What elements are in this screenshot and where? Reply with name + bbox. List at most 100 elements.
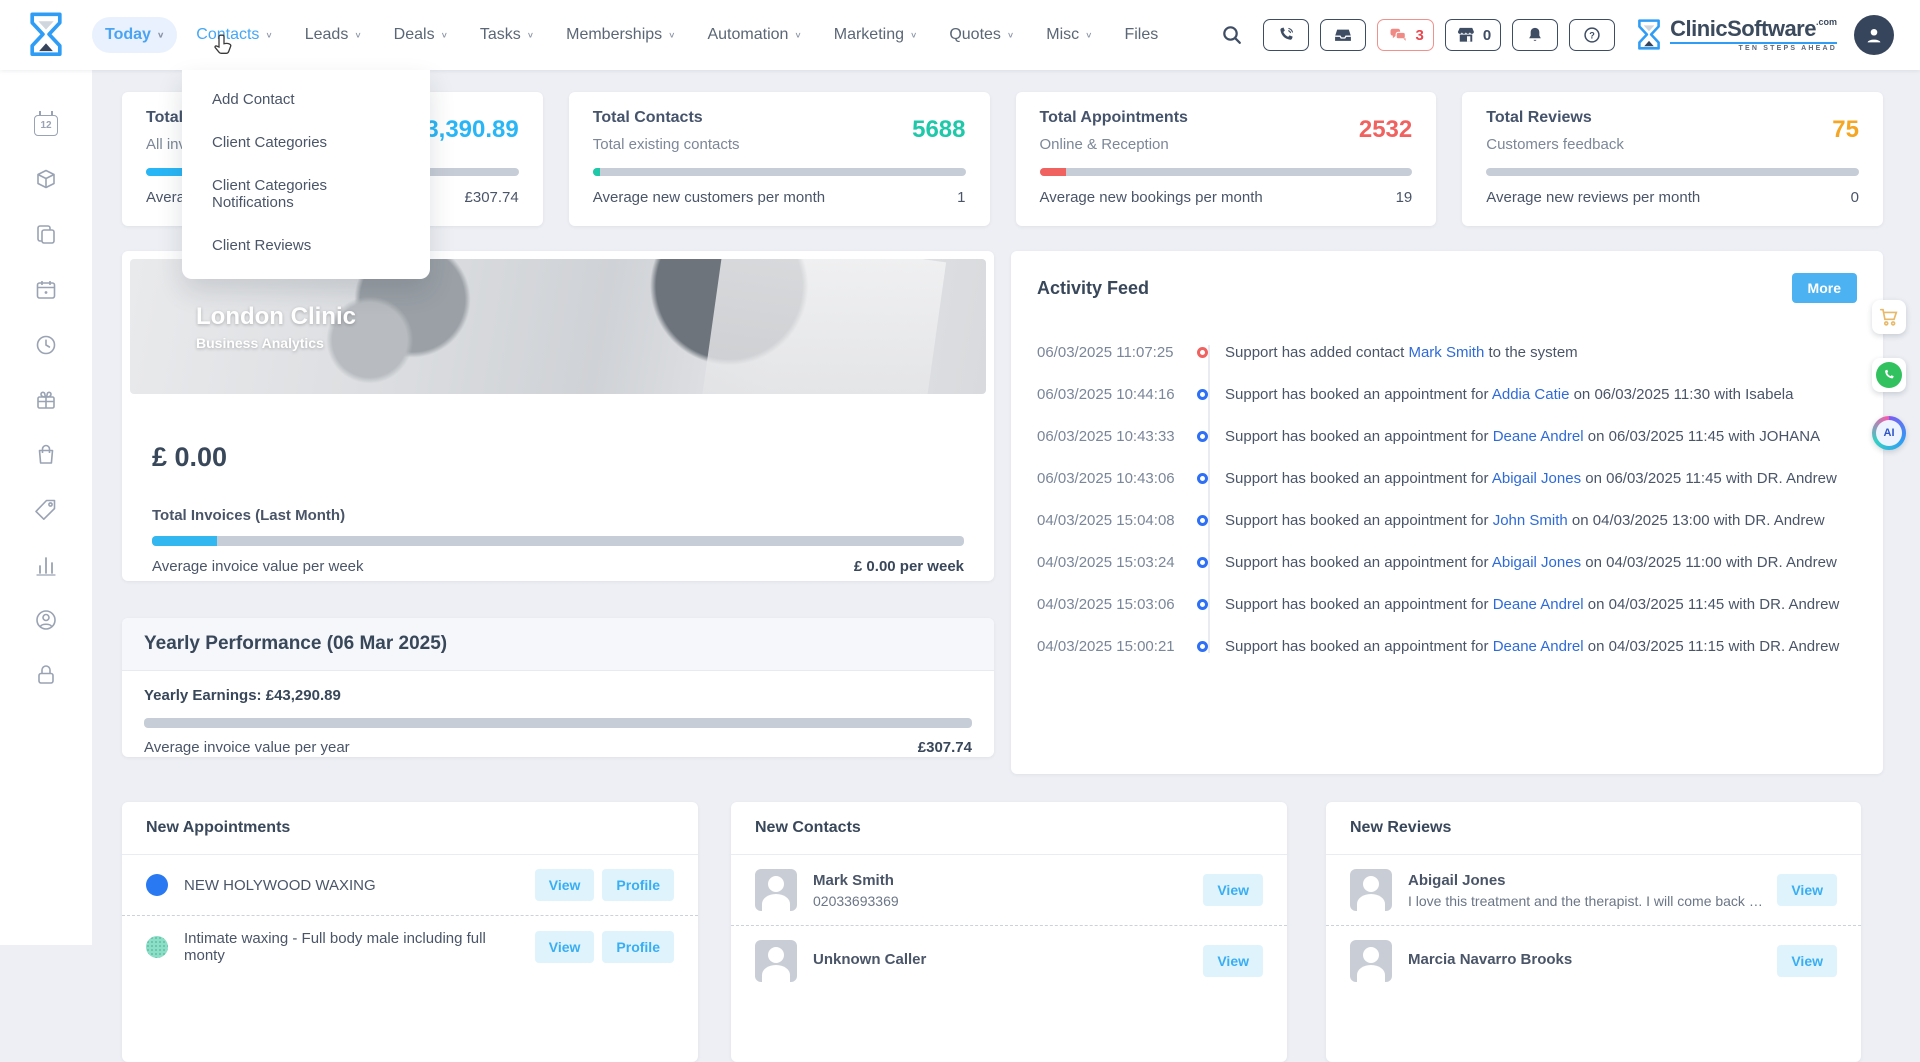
- nav-item-leads[interactable]: Leads∨: [292, 17, 375, 53]
- invoices-footer-label: Average invoice value per week: [152, 558, 364, 575]
- nav-item-misc[interactable]: Misc∨: [1033, 17, 1105, 53]
- hourglass-icon: [27, 12, 65, 58]
- stat-title: Total Appointments: [1040, 109, 1413, 127]
- chevron-down-icon: ∨: [441, 31, 448, 40]
- gift-icon[interactable]: [33, 387, 59, 413]
- section-title: New Appointments: [122, 802, 698, 855]
- activity-text: Support has booked an appointment for: [1225, 470, 1492, 487]
- nav-item-today[interactable]: Today∨: [92, 17, 177, 53]
- activity-entry: 06/03/2025 11:07:25 Support has added co…: [1037, 331, 1857, 373]
- view-button[interactable]: View: [1203, 945, 1263, 977]
- contact-link[interactable]: Deane Andrel: [1493, 596, 1584, 613]
- activity-text: on 04/03/2025 11:15 with DR. Andrew: [1584, 638, 1840, 655]
- menu-item-add-contact[interactable]: Add Contact: [182, 78, 430, 121]
- schedule-icon[interactable]: [33, 277, 59, 303]
- store-count-badge: 0: [1483, 27, 1491, 44]
- stat-value: 2532: [1359, 116, 1412, 144]
- messenger-widget-button[interactable]: [1872, 358, 1906, 392]
- store-button[interactable]: 0: [1445, 19, 1501, 51]
- left-sidebar: 12: [0, 70, 92, 945]
- nav-label: Today: [105, 26, 151, 44]
- menu-item-client-categories-notifications[interactable]: Client Categories Notifications: [182, 164, 430, 224]
- activity-list: 06/03/2025 11:07:25 Support has added co…: [1037, 331, 1857, 667]
- chart-icon[interactable]: [33, 552, 59, 578]
- history-icon[interactable]: [33, 332, 59, 358]
- notifications-button[interactable]: [1512, 19, 1558, 51]
- contact-link[interactable]: Abigail Jones: [1492, 554, 1581, 571]
- help-icon: ?: [1582, 25, 1602, 45]
- stat-subtitle: Total existing contacts: [593, 136, 966, 153]
- search-icon[interactable]: [1220, 23, 1244, 47]
- profile-button[interactable]: Profile: [602, 931, 674, 963]
- nav-item-deals[interactable]: Deals∨: [381, 17, 461, 53]
- brand-logo[interactable]: ClinicSoftware.com TEN STEPS AHEAD: [1636, 18, 1837, 52]
- service-color-dot: [146, 874, 168, 896]
- menu-item-client-reviews[interactable]: Client Reviews: [182, 224, 430, 267]
- nav-item-quotes[interactable]: Quotes∨: [936, 17, 1027, 53]
- chevron-down-icon: ∨: [668, 31, 675, 40]
- contact-link[interactable]: Addia Catie: [1492, 386, 1570, 403]
- shopping-bag-icon[interactable]: [33, 442, 59, 468]
- chat-count-badge: 3: [1415, 27, 1423, 44]
- nav-item-marketing[interactable]: Marketing∨: [821, 17, 931, 53]
- reviewer-name: Marcia Navarro Brooks: [1408, 951, 1769, 968]
- ai-icon: AI: [1876, 420, 1902, 446]
- nav-item-files[interactable]: Files: [1111, 17, 1171, 53]
- menu-item-client-categories[interactable]: Client Categories: [182, 121, 430, 164]
- contact-link[interactable]: Abigail Jones: [1492, 470, 1581, 487]
- profile-button[interactable]: Profile: [602, 869, 674, 901]
- chat-button[interactable]: 3: [1377, 19, 1433, 51]
- stat-card-appointments: Total Appointments Online & Reception 25…: [1016, 92, 1437, 226]
- ai-assistant-button[interactable]: AI: [1872, 416, 1906, 450]
- review-row: Abigail Jones I love this treatment and …: [1326, 855, 1861, 925]
- new-contacts-card: New Contacts Mark Smith 02033693369 View…: [731, 802, 1287, 1062]
- nav-item-tasks[interactable]: Tasks∨: [467, 17, 547, 53]
- nav-label: Misc: [1046, 26, 1079, 44]
- contact-name: Mark Smith: [813, 872, 1195, 889]
- copy-pages-icon[interactable]: [33, 222, 59, 248]
- view-button[interactable]: View: [1777, 945, 1837, 977]
- package-icon[interactable]: [33, 167, 59, 193]
- app-logo-icon[interactable]: [0, 12, 92, 58]
- help-button[interactable]: ?: [1569, 19, 1615, 51]
- user-avatar[interactable]: [1854, 15, 1894, 55]
- nav-item-memberships[interactable]: Memberships∨: [553, 17, 688, 53]
- nav-label: Tasks: [480, 26, 521, 44]
- nav-item-contacts[interactable]: Contacts∨: [183, 17, 285, 53]
- activity-time: 04/03/2025 15:03:24: [1037, 554, 1185, 571]
- view-button[interactable]: View: [535, 931, 595, 963]
- store-icon: [1455, 25, 1477, 45]
- lock-icon[interactable]: [33, 662, 59, 688]
- inbox-icon: [1332, 25, 1354, 45]
- section-title: New Reviews: [1326, 802, 1861, 855]
- activity-entry: 06/03/2025 10:43:33 Support has booked a…: [1037, 415, 1857, 457]
- contact-link[interactable]: Deane Andrel: [1493, 428, 1584, 445]
- activity-entry: 04/03/2025 15:03:24 Support has booked a…: [1037, 541, 1857, 583]
- view-button[interactable]: View: [535, 869, 595, 901]
- view-button[interactable]: View: [1203, 874, 1263, 906]
- timeline-dot: [1197, 431, 1208, 442]
- tag-icon[interactable]: [33, 497, 59, 523]
- invoices-amount: £ 0.00: [152, 442, 964, 473]
- activity-text: to the system: [1484, 344, 1577, 361]
- more-button[interactable]: More: [1792, 273, 1857, 303]
- brand-name: ClinicSoftware: [1670, 16, 1816, 41]
- activity-text: Support has booked an appointment for: [1225, 512, 1493, 529]
- timeline-dot: [1197, 599, 1208, 610]
- contact-link[interactable]: Mark Smith: [1408, 344, 1484, 361]
- activity-entry: 06/03/2025 10:44:16 Support has booked a…: [1037, 373, 1857, 415]
- nav-label: Quotes: [949, 26, 1001, 44]
- phone-icon: [1276, 25, 1296, 45]
- view-button[interactable]: View: [1777, 874, 1837, 906]
- contact-link[interactable]: John Smith: [1493, 512, 1568, 529]
- inbox-button[interactable]: [1320, 19, 1366, 51]
- cart-widget-button[interactable]: [1872, 300, 1906, 334]
- activity-time: 04/03/2025 15:03:06: [1037, 596, 1185, 613]
- chat-icon: [1387, 25, 1409, 45]
- contact-link[interactable]: Deane Andrel: [1493, 638, 1584, 655]
- main-nav: Today∨ Contacts∨ Leads∨ Deals∨ Tasks∨ Me…: [92, 17, 1171, 53]
- calendar-icon[interactable]: 12: [33, 112, 59, 138]
- nav-item-automation[interactable]: Automation∨: [694, 17, 814, 53]
- support-icon[interactable]: [33, 607, 59, 633]
- phone-button[interactable]: [1263, 19, 1309, 51]
